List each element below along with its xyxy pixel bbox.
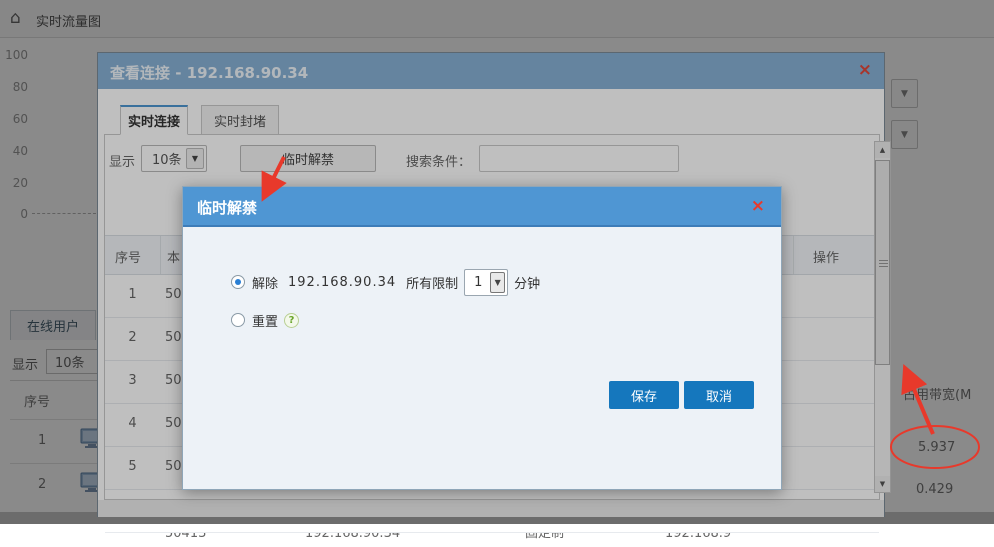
help-icon[interactable]: ? bbox=[284, 313, 299, 328]
target-ip: 192.168.90.34 bbox=[288, 275, 396, 290]
table-row-partial: 50413 192.168.90.34 固定制 192.168.9 bbox=[105, 533, 879, 547]
inner-modal-title: 临时解禁 bbox=[197, 197, 257, 218]
reset-label: 重置 bbox=[252, 311, 278, 330]
minutes-unit: 分钟 bbox=[514, 273, 540, 292]
temp-unban-dialog: 临时解禁 × 解除 192.168.90.34 所有限制 1 ▼ 分钟 重置 ?… bbox=[182, 186, 782, 490]
minutes-select[interactable]: 1 ▼ bbox=[464, 269, 508, 296]
radio-reset[interactable] bbox=[231, 313, 245, 327]
radio-unban[interactable] bbox=[231, 275, 245, 289]
close-icon[interactable]: × bbox=[751, 196, 765, 216]
unban-suffix: 所有限制 bbox=[406, 273, 458, 292]
option-unban-row: 解除 192.168.90.34 所有限制 1 ▼ 分钟 bbox=[231, 269, 540, 295]
cancel-button[interactable]: 取消 bbox=[684, 381, 754, 409]
chevron-down-icon[interactable]: ▼ bbox=[490, 272, 505, 293]
option-reset-row: 重置 ? bbox=[231, 307, 299, 333]
save-button[interactable]: 保存 bbox=[609, 381, 679, 409]
inner-modal-titlebar: 临时解禁 × bbox=[183, 187, 781, 227]
unban-label: 解除 bbox=[252, 273, 278, 292]
